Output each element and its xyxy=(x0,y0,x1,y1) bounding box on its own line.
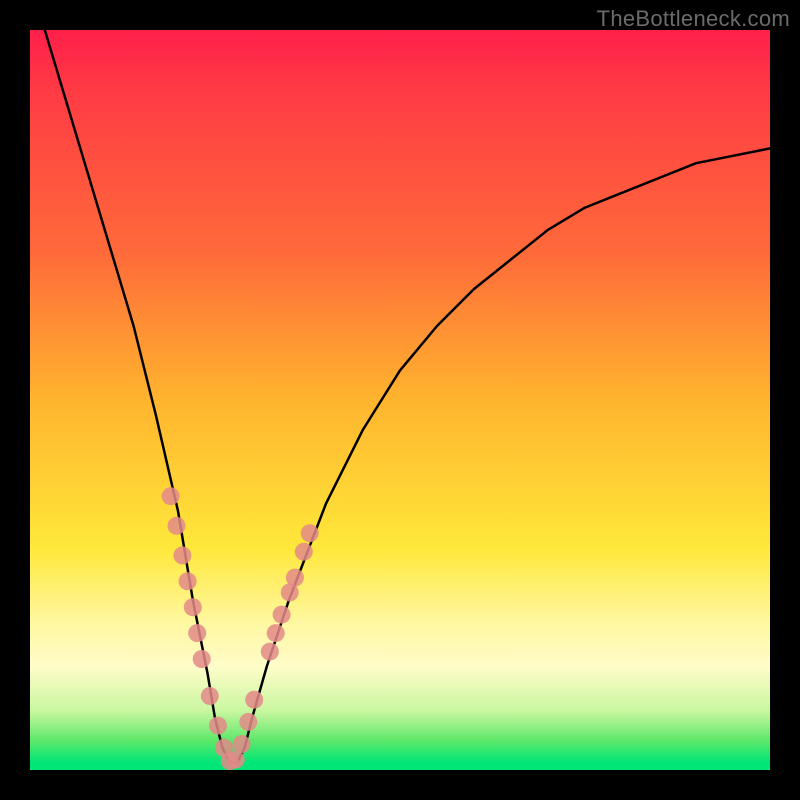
bottleneck-curve xyxy=(45,30,770,763)
sample-marker xyxy=(184,598,202,616)
curve-layer xyxy=(30,30,770,770)
watermark-text: TheBottleneck.com xyxy=(597,6,790,32)
sample-marker xyxy=(267,624,285,642)
sample-marker xyxy=(168,517,186,535)
sample-marker xyxy=(273,606,291,624)
sample-marker xyxy=(295,543,313,561)
gradient-plot-area xyxy=(30,30,770,770)
sample-marker xyxy=(245,691,263,709)
sample-marker xyxy=(233,735,251,753)
sample-marker xyxy=(162,487,180,505)
sample-marker xyxy=(227,751,245,769)
sample-marker xyxy=(173,546,191,564)
sample-marker xyxy=(286,569,304,587)
sample-marker xyxy=(179,572,197,590)
sample-marker xyxy=(301,524,319,542)
sample-marker xyxy=(239,713,257,731)
sample-marker xyxy=(209,717,227,735)
sample-marker xyxy=(188,624,206,642)
sample-marker xyxy=(193,650,211,668)
sample-marker xyxy=(261,643,279,661)
sample-marker xyxy=(201,687,219,705)
outer-frame: TheBottleneck.com xyxy=(0,0,800,800)
